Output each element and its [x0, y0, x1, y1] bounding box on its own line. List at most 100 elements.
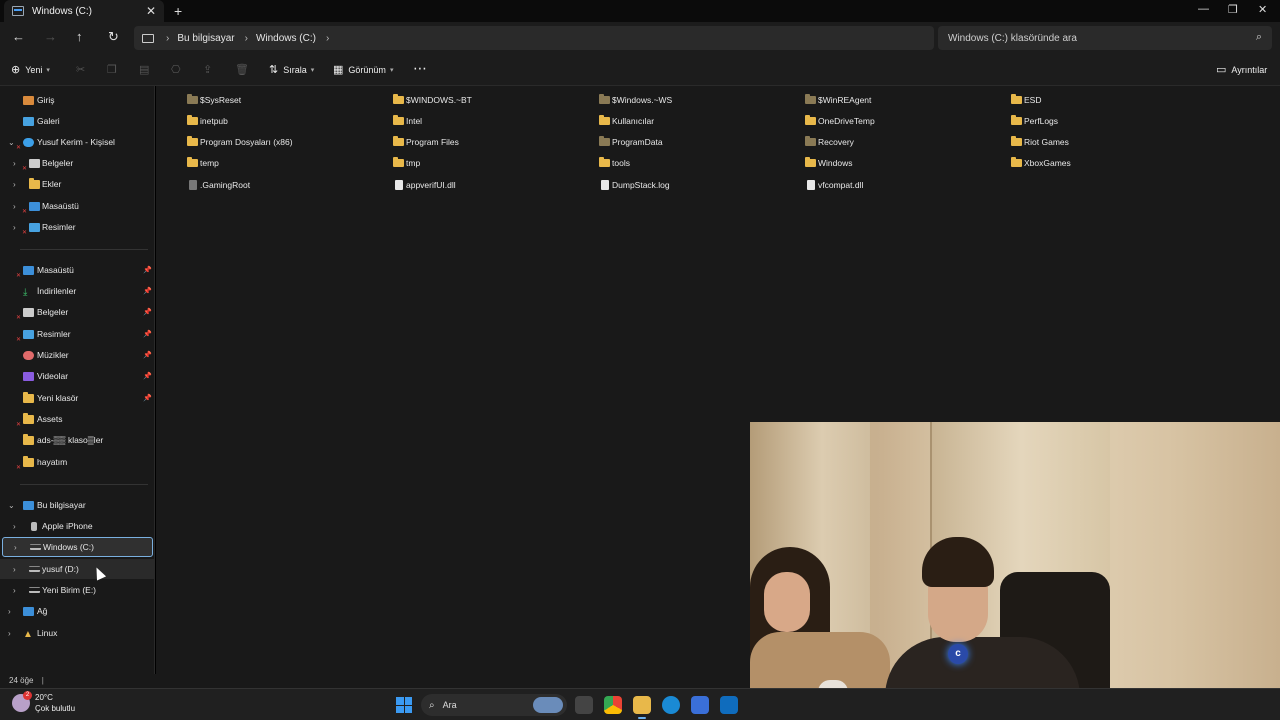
breadcrumb-drive-c[interactable]: Windows (C:) [256, 33, 316, 44]
quick-access-hayatim[interactable]: ✕ hayatım [0, 452, 155, 472]
quick-access-documents[interactable]: ✕ Belgeler 📌 [0, 302, 155, 322]
quick-access-pictures[interactable]: ✕ Resimler 📌 [0, 324, 155, 344]
sidebar-item-documents[interactable]: › ✕ Belgeler [0, 153, 155, 173]
sidebar-item-drive-e[interactable]: › Yeni Birim (E:) [0, 580, 155, 600]
list-item[interactable]: ProgramData [599, 132, 663, 152]
sidebar-item-iphone[interactable]: › Apple iPhone [0, 516, 155, 536]
rename-icon[interactable]: ⎔ [171, 63, 181, 76]
store-icon[interactable] [691, 696, 709, 714]
details-pane-button[interactable]: ▭ Ayrıntılar [1216, 63, 1267, 76]
pin-icon[interactable]: 📌 [143, 308, 152, 316]
minimize-button[interactable]: — [1198, 3, 1209, 15]
forward-arrow-icon[interactable]: → [44, 29, 57, 44]
chevron-right-icon[interactable]: › [13, 565, 16, 574]
list-item[interactable]: $SysReset [187, 90, 241, 110]
copy-icon[interactable]: ❐ [107, 63, 117, 76]
chevron-right-icon[interactable]: › [8, 629, 11, 638]
chevron-right-icon[interactable]: › [13, 180, 16, 189]
pin-icon[interactable]: 📌 [143, 394, 152, 402]
pin-icon[interactable]: 📌 [143, 351, 152, 359]
list-item[interactable]: tools [599, 153, 630, 173]
list-item[interactable]: temp [187, 153, 219, 173]
chrome-icon[interactable] [604, 696, 622, 714]
windows-start-icon[interactable] [396, 697, 412, 713]
pin-icon[interactable]: 📌 [143, 372, 152, 380]
chevron-down-icon[interactable]: ⌄ [8, 138, 15, 147]
outlook-icon[interactable] [720, 696, 738, 714]
delete-icon[interactable]: 🗑 [235, 63, 249, 76]
list-item[interactable]: appverifUI.dll [393, 175, 456, 195]
maximize-button[interactable]: ❐ [1228, 3, 1238, 16]
sidebar-item-pictures-od[interactable]: › ✕ Resimler [0, 217, 155, 237]
edge-icon[interactable] [662, 696, 680, 714]
close-button[interactable]: ✕ [1258, 3, 1267, 16]
paste-icon[interactable]: ▤ [139, 63, 149, 76]
quick-access-videos[interactable]: Videolar 📌 [0, 366, 155, 386]
task-view-icon[interactable] [575, 696, 593, 714]
chevron-right-icon[interactable]: › [13, 522, 16, 531]
new-tab-button[interactable]: + [174, 3, 182, 19]
list-item[interactable]: tmp [393, 153, 420, 173]
sidebar-item-linux[interactable]: › ▲ Linux [0, 623, 155, 643]
sidebar-item-attachments[interactable]: › Ekler [0, 174, 155, 194]
list-item[interactable]: Recovery [805, 132, 854, 152]
list-item[interactable]: Kullanıcılar [599, 111, 654, 131]
pin-icon[interactable]: 📌 [143, 266, 152, 274]
sort-button[interactable]: ⇅ Sırala ▾ [269, 63, 314, 76]
list-item[interactable]: $WinREAgent [805, 90, 871, 110]
quick-access-new-folder[interactable]: Yeni klasör 📌 [0, 388, 155, 408]
sidebar-item-network[interactable]: › Ağ [0, 601, 155, 621]
taskbar-search[interactable]: ⌕ Ara [421, 694, 567, 716]
list-item[interactable]: Riot Games [1011, 132, 1069, 152]
refresh-icon[interactable]: ↻ [108, 29, 119, 45]
chevron-right-icon[interactable]: › [8, 607, 11, 616]
list-item[interactable]: XboxGames [1011, 153, 1071, 173]
pin-icon[interactable]: 📌 [143, 287, 152, 295]
cut-icon[interactable]: ✂ [76, 63, 85, 76]
back-arrow-icon[interactable]: ← [12, 29, 25, 44]
address-bar[interactable]: › Bu bilgisayar › Windows (C:) › [134, 26, 934, 50]
new-button[interactable]: ⊕ Yeni ▾ [11, 63, 50, 76]
list-item[interactable]: Windows [805, 153, 852, 173]
sidebar-item-drive-c[interactable]: › Windows (C:) [2, 537, 153, 557]
up-arrow-icon[interactable]: ↑ [76, 29, 83, 44]
quick-access-assets[interactable]: ✕ Assets [0, 409, 155, 429]
share-icon[interactable]: ⇪ [203, 63, 212, 76]
chevron-right-icon[interactable]: › [13, 202, 16, 211]
breadcrumb-this-pc[interactable]: Bu bilgisayar [177, 33, 234, 44]
search-input[interactable]: Windows (C:) klasöründe ara ⌕ [938, 26, 1272, 50]
list-item[interactable]: .GamingRoot [187, 175, 250, 195]
view-button[interactable]: ▦ Görünüm ▾ [333, 63, 393, 76]
tab-close-icon[interactable]: ✕ [146, 4, 156, 18]
chevron-right-icon[interactable]: › [14, 543, 17, 552]
list-item[interactable]: Program Dosyaları (x86) [187, 132, 293, 152]
tab-windows-c[interactable]: Windows (C:) ✕ [4, 0, 164, 22]
list-item[interactable]: DumpStack.log [599, 175, 670, 195]
weather-widget[interactable]: 20°C Çok bulutlu [12, 691, 75, 714]
list-item[interactable]: ESD [1011, 90, 1041, 110]
chevron-down-icon[interactable]: ⌄ [8, 501, 15, 510]
sidebar-item-onedrive[interactable]: ⌄ ✕ Yusuf Kerim - Kişisel [0, 132, 155, 152]
list-item[interactable]: Program Files [393, 132, 459, 152]
list-item[interactable]: Intel [393, 111, 422, 131]
sidebar-item-home[interactable]: Giriş [0, 90, 155, 110]
chevron-right-icon[interactable]: › [245, 33, 248, 44]
chevron-right-icon[interactable]: › [13, 159, 16, 168]
quick-access-downloads[interactable]: ⤓ İndirilenler 📌 [0, 281, 155, 301]
list-item[interactable]: PerfLogs [1011, 111, 1058, 131]
chevron-right-icon[interactable]: › [13, 223, 16, 232]
chevron-right-icon[interactable]: › [326, 33, 329, 44]
more-options-button[interactable]: ⋯ [413, 60, 427, 77]
file-explorer-icon[interactable] [633, 696, 651, 719]
sidebar-item-desktop-od[interactable]: › ✕ Masaüstü [0, 196, 155, 216]
list-item[interactable]: OneDriveTemp [805, 111, 875, 131]
list-item[interactable]: $WINDOWS.~BT [393, 90, 472, 110]
quick-access-ads-folder[interactable]: ads-▒▒ klaso▒ler [0, 430, 155, 450]
pin-icon[interactable]: 📌 [143, 330, 152, 338]
list-item[interactable]: $Windows.~WS [599, 90, 672, 110]
list-item[interactable]: vfcompat.dll [805, 175, 863, 195]
chevron-right-icon[interactable]: › [166, 33, 169, 44]
chevron-right-icon[interactable]: › [13, 586, 16, 595]
quick-access-desktop[interactable]: ✕ Masaüstü 📌 [0, 260, 155, 280]
list-item[interactable]: inetpub [187, 111, 228, 131]
